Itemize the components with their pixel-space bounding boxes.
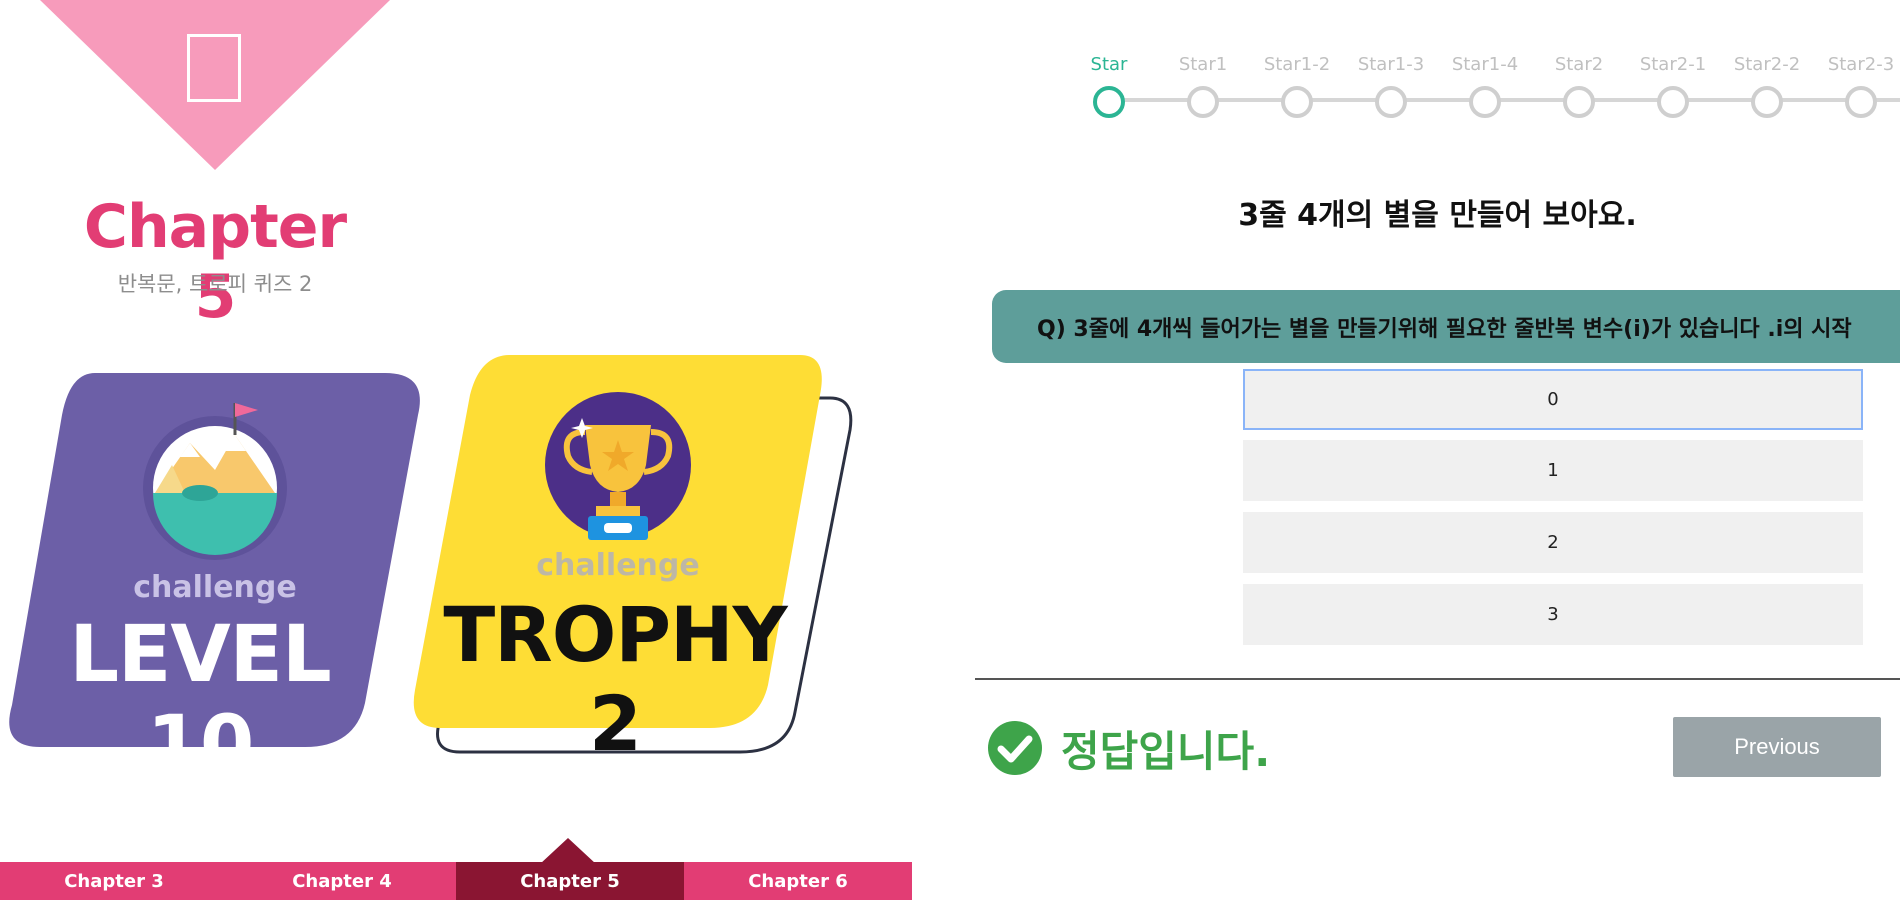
step-star2-3[interactable]: Star2-3 bbox=[1816, 54, 1900, 118]
answer-option-1[interactable]: 1 bbox=[1243, 440, 1863, 501]
check-circle-icon bbox=[988, 721, 1042, 775]
trophy-card[interactable]: challenge TROPHY 2 bbox=[400, 340, 860, 768]
level-card-title: LEVEL 10 bbox=[69, 610, 331, 790]
quiz-question: Q) 3줄에 4개씩 들어가는 별을 만들기위해 필요한 줄반복 변수(i)가 … bbox=[992, 290, 1900, 363]
step-star2-2[interactable]: Star2-2 bbox=[1722, 54, 1812, 118]
answer-option-2[interactable]: 2 bbox=[1243, 512, 1863, 573]
chapter-panel: Chapter 5 반복문, 트로피 퀴즈 2 challenge LEVEL … bbox=[0, 0, 975, 900]
step-star2-1[interactable]: Star2-1 bbox=[1628, 54, 1718, 118]
step-label: Star1-3 bbox=[1357, 54, 1425, 75]
chapter-title: Chapter 5 bbox=[83, 192, 347, 332]
chapter-nav-tab-3[interactable]: Chapter 3 bbox=[0, 862, 228, 900]
step-dot bbox=[1093, 86, 1125, 118]
chapter-subtitle: 반복문, 트로피 퀴즈 2 bbox=[117, 272, 313, 296]
chapter-nav-tab-6[interactable]: Chapter 6 bbox=[684, 862, 912, 900]
step-progress: Star Star1 Star1-2 Star1-3 Star1-4 Star2… bbox=[975, 0, 1900, 130]
step-label: Star1-2 bbox=[1263, 54, 1331, 75]
trophy-card-title: TROPHY 2 bbox=[443, 590, 787, 768]
trophy-challenge-label: challenge bbox=[536, 548, 700, 583]
step-dot bbox=[1469, 86, 1501, 118]
step-star1-4[interactable]: Star1-4 bbox=[1440, 54, 1530, 118]
feedback-text: 정답입니다. bbox=[1061, 726, 1271, 776]
chapter-banner-box-icon bbox=[187, 34, 241, 102]
answer-option-0[interactable]: 0 bbox=[1243, 369, 1863, 430]
step-dot bbox=[1563, 86, 1595, 118]
step-star[interactable]: Star bbox=[1064, 54, 1154, 118]
active-chapter-notch bbox=[540, 838, 596, 864]
level-card[interactable]: challenge LEVEL 10 bbox=[0, 365, 430, 790]
step-star2[interactable]: Star2 bbox=[1534, 54, 1624, 118]
chapter-nav-tab-5[interactable]: Chapter 5 bbox=[456, 862, 684, 900]
step-dot bbox=[1281, 86, 1313, 118]
step-dot bbox=[1751, 86, 1783, 118]
chapter-nav-tab-4[interactable]: Chapter 4 bbox=[228, 862, 456, 900]
step-label: Star2 bbox=[1554, 54, 1604, 75]
step-dot bbox=[1657, 86, 1689, 118]
step-label: Star1 bbox=[1178, 54, 1228, 75]
step-label: Star2-1 bbox=[1639, 54, 1707, 75]
step-dot bbox=[1187, 86, 1219, 118]
quiz-prompt: 3줄 4개의 별을 만들어 보아요. bbox=[1238, 198, 1637, 233]
chapter-nav: Chapter 3 Chapter 4 Chapter 5 Chapter 6 bbox=[0, 862, 912, 900]
step-dot bbox=[1845, 86, 1877, 118]
quiz-panel: Star Star1 Star1-2 Star1-3 Star1-4 Star2… bbox=[975, 0, 1900, 900]
feedback: 정답입니다. bbox=[987, 718, 1270, 778]
level-challenge-label: challenge bbox=[133, 570, 297, 605]
step-dot bbox=[1375, 86, 1407, 118]
step-star1[interactable]: Star1 bbox=[1158, 54, 1248, 118]
divider bbox=[975, 678, 1900, 680]
step-star1-3[interactable]: Star1-3 bbox=[1346, 54, 1436, 118]
step-label: Star1-4 bbox=[1451, 54, 1519, 75]
step-star1-2[interactable]: Star1-2 bbox=[1252, 54, 1342, 118]
step-label: Star2-2 bbox=[1733, 54, 1801, 75]
previous-button[interactable]: Previous bbox=[1673, 717, 1881, 777]
answer-option-3[interactable]: 3 bbox=[1243, 584, 1863, 645]
step-label: Star2-3 bbox=[1827, 54, 1895, 75]
step-label: Star bbox=[1090, 54, 1128, 75]
